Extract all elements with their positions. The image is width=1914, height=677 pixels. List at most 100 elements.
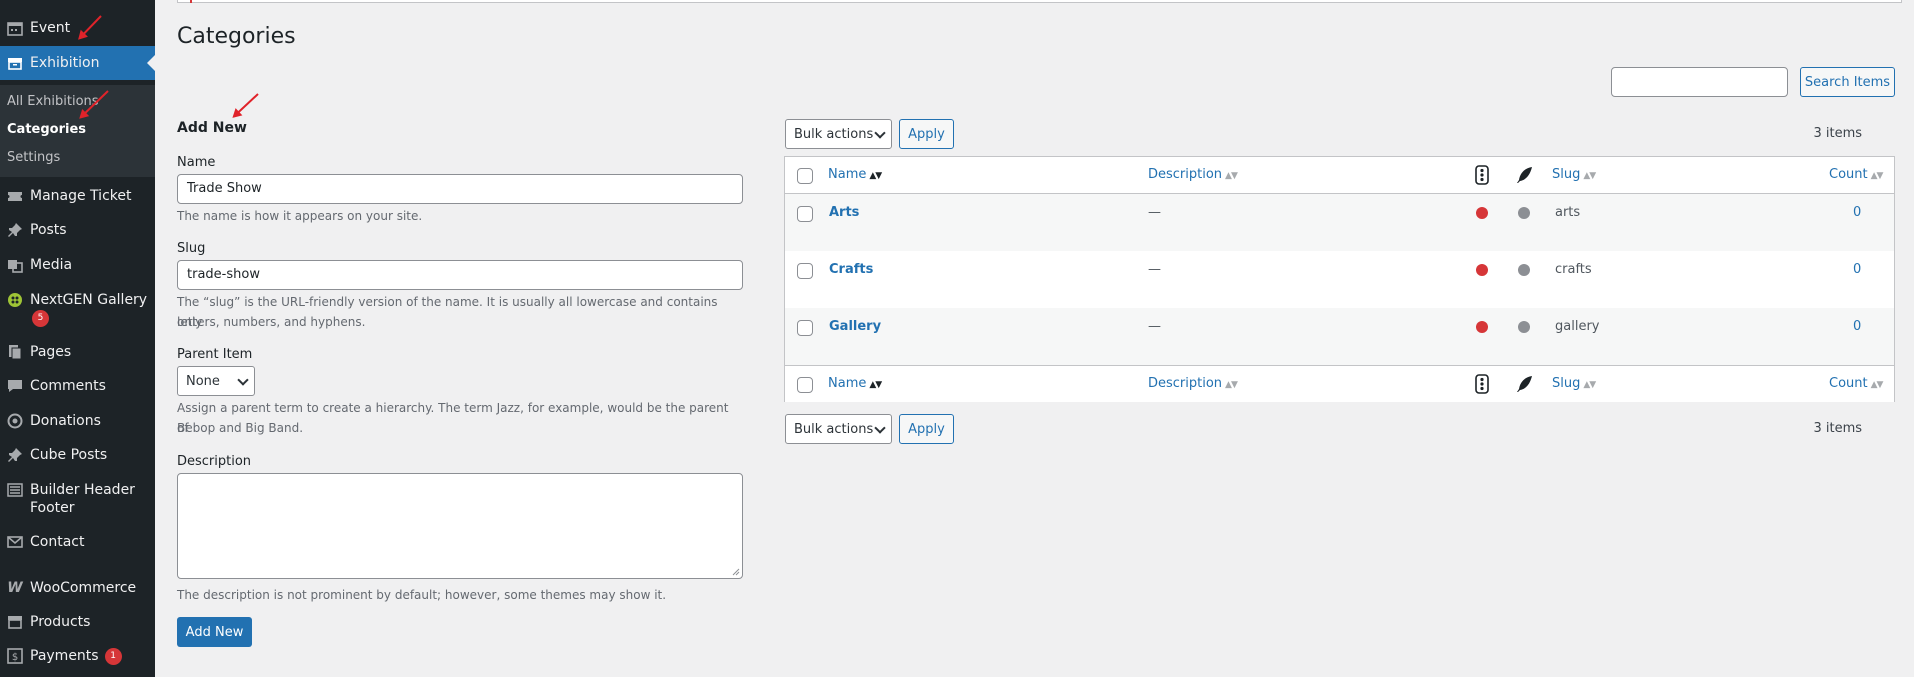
apply-button-top[interactable]: Apply	[899, 119, 954, 149]
add-new-button[interactable]: Add New	[177, 617, 252, 647]
select-all-checkbox[interactable]	[797, 168, 813, 184]
sidebar-item-label: Manage Ticket	[30, 188, 132, 204]
sidebar-item-products[interactable]: Products	[0, 610, 155, 634]
search-items-button[interactable]: Search Items	[1800, 67, 1895, 97]
items-count-bottom: 3 items	[1813, 421, 1862, 436]
sidebar-item-label: Payments	[30, 648, 99, 664]
table-row: Arts — arts 0	[785, 194, 1894, 251]
sort-icon: ▲▼	[869, 380, 882, 390]
pin-icon	[0, 218, 30, 242]
sort-icon: ▲▼	[1583, 171, 1596, 181]
column-slug-label: Slug	[1552, 376, 1581, 391]
sort-icon: ▲▼	[1225, 171, 1238, 181]
term-count-link[interactable]: 0	[1853, 319, 1861, 334]
admin-sidebar: Event Exhibition All Exhibitions Categor…	[0, 0, 155, 677]
table-header: Name ▲▼ Description ▲▼ Slug ▲▼ Count ▲▼	[785, 157, 1894, 194]
row-checkbox[interactable]	[797, 206, 813, 222]
slug-input[interactable]: trade-show	[177, 260, 743, 290]
term-name-link[interactable]: Crafts	[829, 262, 873, 277]
sidebar-item-comments[interactable]: Comments	[0, 374, 155, 398]
nextgen-update-badge: 5	[32, 310, 49, 327]
select-all-checkbox-footer[interactable]	[797, 377, 813, 393]
categories-table: Name ▲▼ Description ▲▼ Slug ▲▼ Count ▲▼ Arts…	[784, 156, 1895, 402]
term-count-link[interactable]: 0	[1853, 205, 1861, 220]
sidebar-item-label: NextGEN Gallery	[30, 292, 148, 308]
table-row: Crafts — crafts 0	[785, 251, 1894, 308]
nextgen-icon	[0, 288, 30, 312]
sidebar-item-label: Contact	[30, 534, 85, 550]
sidebar-item-label: Comments	[30, 378, 106, 394]
search-input[interactable]	[1611, 67, 1788, 97]
products-icon	[0, 610, 30, 634]
column-name-footer[interactable]: Name ▲▼	[828, 376, 882, 391]
row-checkbox[interactable]	[797, 320, 813, 336]
pages-icon	[0, 340, 30, 364]
column-count-header[interactable]: Count ▲▼	[1829, 167, 1884, 182]
submenu-settings[interactable]: Settings	[7, 150, 60, 165]
sidebar-item-label: Builder Header Footer	[30, 482, 135, 516]
calendar-icon	[0, 16, 30, 40]
apply-button-bottom[interactable]: Apply	[899, 414, 954, 444]
sidebar-item-builder-header-footer[interactable]: Builder Header Footer	[0, 478, 155, 517]
comment-icon	[0, 374, 30, 398]
term-description: —	[1148, 262, 1161, 277]
parent-help-line-2: Bebop and Big Band.	[177, 421, 304, 435]
slug-label: Slug	[177, 241, 206, 256]
sidebar-item-woocommerce[interactable]: W WooCommerce	[0, 576, 155, 600]
column-name-header[interactable]: Name ▲▼	[828, 167, 882, 182]
term-count-link[interactable]: 0	[1853, 262, 1861, 277]
sidebar-item-cube-posts[interactable]: Cube Posts	[0, 443, 155, 467]
status-grey-dot	[1518, 321, 1530, 333]
feather-icon	[1516, 375, 1534, 397]
sidebar-item-label: Posts	[30, 222, 67, 238]
sidebar-item-label: Donations	[30, 413, 101, 429]
term-name-link[interactable]: Arts	[829, 205, 859, 220]
sidebar-item-nextgen-gallery[interactable]: NextGEN Gallery	[0, 288, 155, 312]
parent-select[interactable]: None	[177, 366, 255, 396]
sidebar-item-exhibition[interactable]: Exhibition	[0, 46, 155, 80]
table-footer: Name ▲▼ Description ▲▼ Slug ▲▼ Count ▲▼	[785, 365, 1894, 402]
description-help: The description is not prominent by defa…	[177, 588, 667, 602]
sidebar-item-posts[interactable]: Posts	[0, 218, 155, 242]
donation-icon	[0, 409, 30, 433]
name-input[interactable]: Trade Show	[177, 174, 743, 204]
sidebar-item-pages[interactable]: Pages	[0, 340, 155, 364]
parent-label: Parent Item	[177, 347, 253, 362]
sidebar-item-manage-ticket[interactable]: Manage Ticket	[0, 184, 155, 208]
resize-handle-icon[interactable]	[732, 568, 740, 576]
row-checkbox[interactable]	[797, 263, 813, 279]
sort-icon: ▲▼	[1870, 380, 1884, 390]
column-description-footer[interactable]: Description ▲▼	[1148, 376, 1238, 391]
sidebar-item-label: Pages	[30, 344, 72, 360]
term-name-link[interactable]: Gallery	[829, 319, 881, 334]
notice-bar	[177, 0, 1902, 3]
sort-icon: ▲▼	[1870, 171, 1884, 181]
sidebar-item-media[interactable]: Media	[0, 253, 155, 277]
sidebar-item-label: Products	[30, 614, 91, 630]
traffic-light-icon	[1475, 374, 1489, 398]
column-slug-header[interactable]: Slug ▲▼	[1552, 167, 1596, 182]
bulk-actions-select-top[interactable]: Bulk actions	[785, 119, 892, 149]
mail-icon	[0, 530, 30, 554]
column-name-label: Name	[828, 376, 867, 391]
description-textarea[interactable]	[177, 473, 743, 579]
column-description-header[interactable]: Description ▲▼	[1148, 167, 1238, 182]
sidebar-item-donations[interactable]: Donations	[0, 409, 155, 433]
submenu-categories[interactable]: Categories	[7, 122, 86, 137]
table-row: Gallery — gallery 0	[785, 308, 1894, 365]
term-slug: crafts	[1555, 262, 1592, 277]
sidebar-item-contact[interactable]: Contact	[0, 530, 155, 554]
feather-icon	[1516, 166, 1534, 188]
sidebar-item-payments[interactable]: $ Payments 1	[0, 644, 155, 668]
payments-badge: 1	[104, 648, 122, 665]
sidebar-item-label: Media	[30, 257, 73, 273]
column-count-label: Count	[1829, 167, 1868, 182]
traffic-light-icon	[1475, 165, 1489, 189]
bulk-actions-value: Bulk actions	[794, 126, 874, 142]
column-count-footer[interactable]: Count ▲▼	[1829, 376, 1884, 391]
column-slug-footer[interactable]: Slug ▲▼	[1552, 376, 1596, 391]
column-slug-label: Slug	[1552, 167, 1581, 182]
annotation-arrow	[233, 93, 259, 118]
bulk-actions-select-bottom[interactable]: Bulk actions	[785, 414, 892, 444]
submenu-all-exhibitions[interactable]: All Exhibitions	[7, 94, 99, 109]
